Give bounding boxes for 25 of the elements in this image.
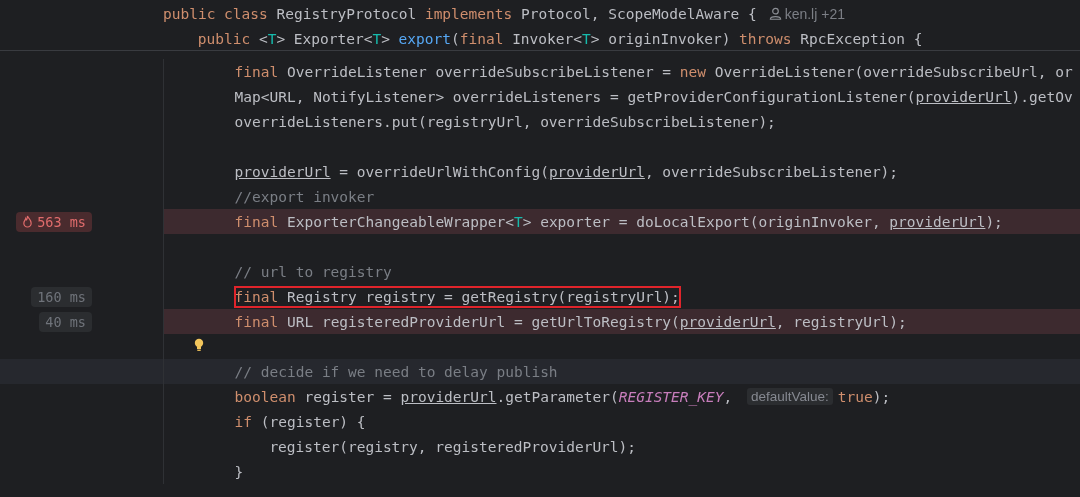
code-text: // decide if we need to delay publish: [234, 362, 558, 382]
code-text: }: [234, 462, 244, 482]
inlay-hint: defaultValue:: [746, 388, 833, 405]
code-text: if (register) {: [234, 412, 366, 432]
boxed-code-text: final Registry registry = getRegistry(registryUrl);: [234, 286, 680, 307]
code-text: Map<URL, NotifyListener> overrideListeners = getProviderConfigurationListener(providerUrl).getOv: [234, 87, 1073, 107]
code-text: true);: [837, 387, 891, 407]
code-text: public class RegistryProtocol implements Protocol, ScopeModelAware {: [163, 4, 757, 24]
code-text: // url to registry: [234, 262, 392, 282]
code-text: boolean register = providerUrl.getParameter(REGISTER_KEY,: [234, 387, 734, 407]
timing-badge: 160 ms: [31, 286, 92, 307]
lightbulb-icon[interactable]: [194, 338, 204, 352]
code-text: //export invoker: [234, 187, 375, 207]
code-text: final OverrideListener overrideSubscribeListener = new OverrideListener(overrideSubscribeUrl, or: [234, 62, 1073, 82]
hot-timing-badge: 563 ms: [16, 211, 92, 232]
code-text: providerUrl = overrideUrlWithConfig(providerUrl, overrideSubscribeListener);: [234, 162, 899, 182]
code-text: overrideListeners.put(registryUrl, overrideSubscribeListener);: [234, 112, 776, 132]
timing-badge: 40 ms: [39, 311, 92, 332]
code-text: register(registry, registeredProviderUrl);: [269, 437, 637, 457]
code-text: final URL registeredProviderUrl = getUrlToRegistry(providerUrl, registryUrl);: [234, 312, 907, 332]
author-hint[interactable]: ken.lj +21: [784, 5, 845, 22]
flame-icon: [22, 215, 34, 228]
person-icon: [768, 7, 782, 20]
code-text: public <T> Exporter<T> export(final Invoker<T> originInvoker) throws RpcException {: [197, 29, 923, 49]
code-text: final ExporterChangeableWrapper<T> exporter = doLocalExport(originInvoker, providerUrl);: [234, 212, 1003, 232]
